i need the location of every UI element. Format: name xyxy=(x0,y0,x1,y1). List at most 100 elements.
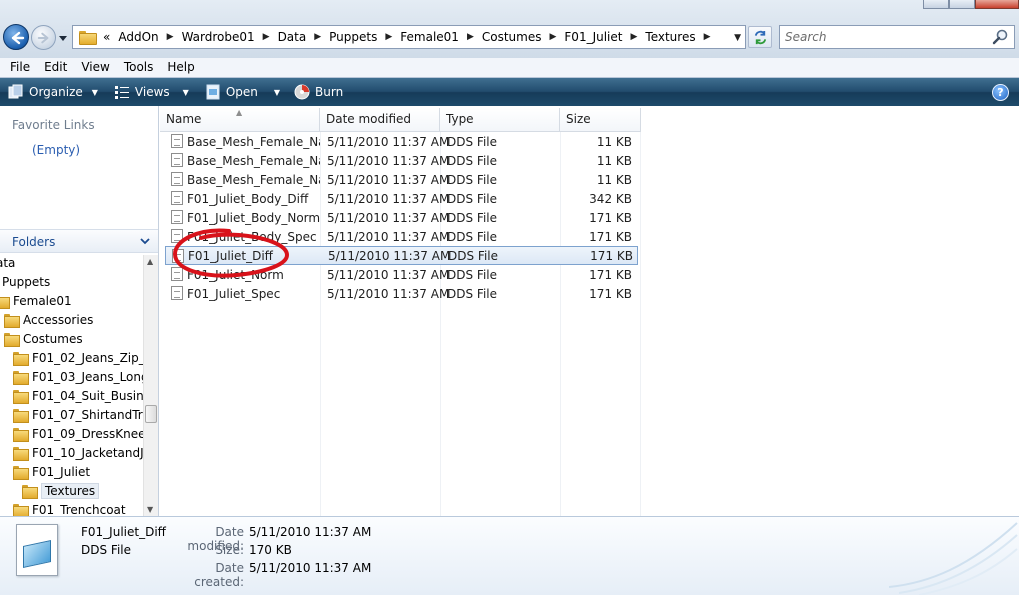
tree-item-label: F01_Juliet xyxy=(32,464,91,479)
tree-item-label: Puppets xyxy=(2,274,51,289)
refresh-button[interactable] xyxy=(748,26,772,48)
sort-ascending-icon: ▲ xyxy=(236,108,243,117)
views-icon xyxy=(114,86,129,99)
file-row[interactable]: F01_Juliet_Norm 5/11/2010 11:37 AM DDS Fil… xyxy=(165,265,638,284)
search-icon[interactable] xyxy=(992,28,1010,46)
scroll-up-icon[interactable]: ▲ xyxy=(147,257,153,266)
search-input[interactable] xyxy=(785,27,992,47)
folder-icon xyxy=(13,408,29,423)
folder-icon xyxy=(13,465,29,480)
close-button[interactable] xyxy=(975,0,1019,9)
address-dropdown-icon[interactable]: ▼ xyxy=(734,33,741,43)
address-box[interactable]: « AddOn ▶ Wardrobe01 ▶ Data ▶ Puppets ▶ Female01… xyxy=(72,25,746,49)
burn-button[interactable]: Burn xyxy=(288,78,349,106)
scrollbar-thumb[interactable] xyxy=(145,405,157,423)
tree-item[interactable]: F01_09_DressKneeLe xyxy=(13,424,143,443)
details-created-value: 5/11/2010 11:37 AM xyxy=(249,561,372,575)
tree-item[interactable]: F01_Trenchcoat xyxy=(13,500,126,516)
maximize-button[interactable] xyxy=(949,0,975,9)
column-header-date[interactable]: Date modified xyxy=(320,108,440,132)
menu-help[interactable]: Help xyxy=(160,58,201,78)
command-bar: Organize ▼ Views ▼ Open ▼ Burn ? xyxy=(0,78,1019,106)
breadcrumb-separator-icon[interactable]: ▶ xyxy=(549,32,556,42)
tree-item[interactable]: F01_07_ShirtandTrou xyxy=(13,405,143,424)
folder-tree: ata Puppets Female01 Accessories Costumes F01… xyxy=(0,255,143,516)
tree-item[interactable]: Puppets xyxy=(2,272,50,291)
breadcrumb-separator-icon[interactable]: ▶ xyxy=(385,32,392,42)
tree-item[interactable]: Female01 xyxy=(0,291,72,310)
tree-item[interactable]: ata xyxy=(0,255,15,272)
breadcrumb-separator-icon[interactable]: ▶ xyxy=(263,32,270,42)
back-button[interactable] xyxy=(3,24,29,50)
file-row[interactable]: Base_Mesh_Female_Na... 5/11/2010 11:37 AM… xyxy=(165,132,638,151)
file-row[interactable]: F01_Juliet_Body_Norm 5/11/2010 11:37 AM DD… xyxy=(165,208,638,227)
tree-item[interactable]: F01_10_JacketandJea xyxy=(13,443,143,462)
recent-pages-dropdown[interactable] xyxy=(58,33,68,43)
file-row[interactable]: F01_Juliet_Body_Diff 5/11/2010 11:37 AM DD… xyxy=(165,189,638,208)
file-row[interactable]: Base_Mesh_Female_Na... 5/11/2010 11:37 AM… xyxy=(165,170,638,189)
file-size: 171 KB xyxy=(589,286,632,301)
breadcrumb-separator-icon[interactable]: ▶ xyxy=(314,32,321,42)
file-size: 171 KB xyxy=(589,229,632,244)
views-button[interactable]: Views ▼ xyxy=(108,78,195,106)
forward-button[interactable] xyxy=(31,25,56,50)
column-type-label: Type xyxy=(446,112,474,126)
back-arrow-icon xyxy=(11,31,25,45)
tree-item-label: Female01 xyxy=(13,293,72,308)
folder-icon xyxy=(13,351,29,366)
tree-item[interactable]: Textures xyxy=(22,481,100,500)
open-button[interactable]: Open ▼ xyxy=(199,78,286,106)
file-row[interactable]: F01_Juliet_Diff 5/11/2010 11:37 AM DDS Fil… xyxy=(165,246,638,265)
file-date: 5/11/2010 11:37 AM xyxy=(328,248,451,263)
tree-item[interactable]: F01_03_Jeans_Long_S xyxy=(13,367,143,386)
scroll-down-icon[interactable]: ▼ xyxy=(147,505,153,514)
breadcrumb-overflow[interactable]: « xyxy=(103,30,110,44)
breadcrumb-item[interactable]: Textures xyxy=(645,30,695,44)
tree-item[interactable]: Costumes xyxy=(4,329,83,348)
menu-view[interactable]: View xyxy=(74,58,116,78)
help-icon[interactable]: ? xyxy=(992,84,1009,101)
breadcrumb-item[interactable]: Costumes xyxy=(482,30,542,44)
breadcrumb-item[interactable]: F01_Juliet xyxy=(564,30,622,44)
file-row[interactable]: F01_Juliet_Body_Spec 5/11/2010 11:37 AM DD… xyxy=(165,227,638,246)
favorite-links-header: Favorite Links xyxy=(12,118,95,132)
breadcrumb-item[interactable]: AddOn xyxy=(118,30,158,44)
chevron-down-icon: ▼ xyxy=(273,87,281,97)
breadcrumb-separator-icon[interactable]: ▶ xyxy=(630,32,637,42)
tree-item-label: Textures xyxy=(41,482,100,499)
breadcrumb-separator-icon[interactable]: ▶ xyxy=(704,32,711,42)
file-row[interactable]: Base_Mesh_Female_Na... 5/11/2010 11:37 AM… xyxy=(165,151,638,170)
breadcrumb-item[interactable]: Female01 xyxy=(400,30,459,44)
file-size: 342 KB xyxy=(589,191,632,206)
file-type: DDS File xyxy=(447,134,497,149)
tree-item[interactable]: F01_04_Suit_Business xyxy=(13,386,143,405)
folders-header[interactable]: Folders xyxy=(0,229,158,253)
dds-file-icon xyxy=(172,249,184,263)
folders-title: Folders xyxy=(12,235,56,249)
tree-item-label: ata xyxy=(0,255,16,270)
menu-file[interactable]: File xyxy=(0,58,37,78)
tree-item[interactable]: F01_02_Jeans_Zip_Tc xyxy=(13,348,143,367)
chevron-down-icon[interactable] xyxy=(139,235,151,247)
tree-item-label: Costumes xyxy=(23,331,83,346)
tree-item[interactable]: F01_Juliet xyxy=(13,462,90,481)
breadcrumb-item[interactable]: Wardrobe01 xyxy=(182,30,255,44)
minimize-button[interactable] xyxy=(923,0,949,9)
breadcrumb-separator-icon[interactable]: ▶ xyxy=(167,32,174,42)
breadcrumb-item[interactable]: Puppets xyxy=(329,30,377,44)
column-header-name[interactable]: Name ▲ xyxy=(160,108,320,132)
organize-button[interactable]: Organize ▼ xyxy=(0,78,104,106)
breadcrumb-separator-icon[interactable]: ▶ xyxy=(467,32,474,42)
menu-tools[interactable]: Tools xyxy=(117,58,161,78)
file-date: 5/11/2010 11:37 AM xyxy=(327,267,450,282)
breadcrumb-item[interactable]: Data xyxy=(278,30,307,44)
file-name: Base_Mesh_Female_Na... xyxy=(187,134,320,149)
folder-tree-scrollbar[interactable]: ▲ ▼ xyxy=(143,255,158,516)
tree-item[interactable]: Accessories xyxy=(4,310,93,329)
menu-edit[interactable]: Edit xyxy=(37,58,74,78)
column-header-type[interactable]: Type xyxy=(440,108,560,132)
file-type: DDS File xyxy=(447,286,497,301)
column-header-size[interactable]: Size xyxy=(560,108,641,132)
file-row[interactable]: F01_Juliet_Spec 5/11/2010 11:37 AM DDS Fil… xyxy=(165,284,638,303)
details-created-label: Date created: xyxy=(194,561,244,589)
